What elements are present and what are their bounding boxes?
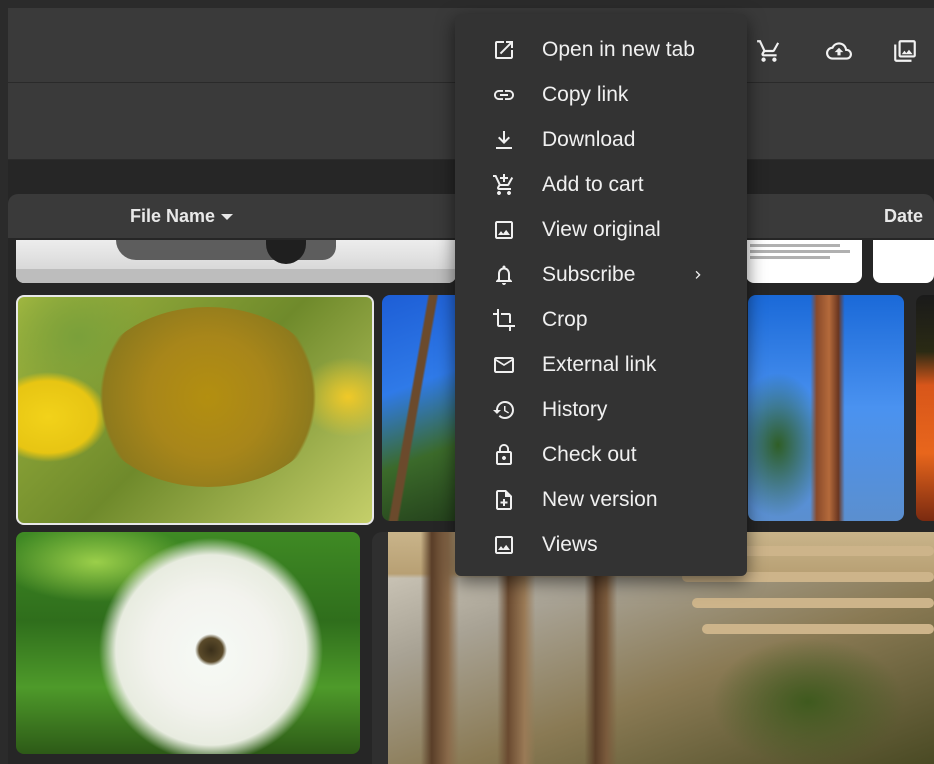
menu-item-download[interactable]: Download [455, 117, 747, 162]
menu-item-label: View original [542, 217, 661, 241]
asset-tile-tall-tree[interactable] [748, 295, 904, 521]
history-icon [491, 397, 517, 423]
doc-line [750, 256, 830, 259]
asset-tile-orange[interactable] [916, 295, 934, 521]
app-window: File Name Date M Open i [0, 0, 934, 764]
sunflower-head [88, 307, 328, 487]
asset-tile-sunflower[interactable] [16, 295, 374, 525]
asset-tile-blank[interactable] [873, 240, 934, 283]
date-header[interactable]: Date M [884, 194, 934, 270]
bell-icon [491, 262, 517, 288]
menu-item-crop[interactable]: Crop [455, 297, 747, 342]
menu-item-label: External link [542, 352, 657, 376]
menu-item-subscribe[interactable]: Subscribe [455, 252, 747, 297]
menu-item-new-version[interactable]: New version [455, 477, 747, 522]
menu-item-label: Copy link [542, 82, 629, 106]
chevron-right-icon [691, 268, 705, 282]
cart-icon[interactable] [754, 36, 784, 66]
car-floor [16, 269, 456, 283]
pergola-beam [702, 624, 934, 634]
menu-item-label: Subscribe [542, 262, 636, 286]
asset-tile-dandelion[interactable] [16, 532, 360, 754]
menu-item-add-to-cart[interactable]: Add to cart [455, 162, 747, 207]
menu-item-open-in-new-tab[interactable]: Open in new tab [455, 27, 747, 72]
open-in-new-icon [491, 37, 517, 63]
file-plus-icon [491, 487, 517, 513]
asset-tile-trees[interactable] [382, 295, 456, 521]
menu-item-label: Crop [542, 307, 588, 331]
doc-line [750, 250, 850, 253]
gallery-icon[interactable] [890, 36, 920, 66]
mail-icon [491, 352, 517, 378]
add-to-cart-icon [491, 172, 517, 198]
file-name-header-label: File Name [130, 206, 216, 226]
menu-item-label: New version [542, 487, 658, 511]
doc-line [750, 244, 840, 247]
menu-item-copy-link[interactable]: Copy link [455, 72, 747, 117]
menu-item-label: Add to cart [542, 172, 644, 196]
image-icon [491, 217, 517, 243]
menu-item-external-link[interactable]: External link [455, 342, 747, 387]
image-icon [491, 532, 517, 558]
menu-item-check-out[interactable]: Check out [455, 432, 747, 477]
file-name-sort-header[interactable]: File Name [130, 194, 234, 238]
menu-item-label: Views [542, 532, 598, 556]
pergola-beam [692, 598, 934, 608]
sort-caret-icon [221, 214, 234, 221]
asset-tile-document[interactable] [746, 240, 862, 283]
lock-open-icon [491, 442, 517, 468]
cloud-upload-icon[interactable] [824, 36, 854, 66]
context-menu: Open in new tab Copy link Download Add t… [455, 14, 747, 576]
menu-item-label: Open in new tab [542, 37, 695, 61]
menu-item-history[interactable]: History [455, 387, 747, 432]
menu-item-views[interactable]: Views [455, 522, 747, 567]
menu-item-label: Check out [542, 442, 637, 466]
menu-item-label: History [542, 397, 608, 421]
car-wheel [266, 240, 306, 264]
link-icon [491, 82, 517, 108]
menu-item-label: Download [542, 127, 636, 151]
crop-icon [491, 307, 517, 333]
download-icon [491, 127, 517, 153]
asset-tile-car[interactable] [16, 240, 456, 283]
menu-item-view-original[interactable]: View original [455, 207, 747, 252]
